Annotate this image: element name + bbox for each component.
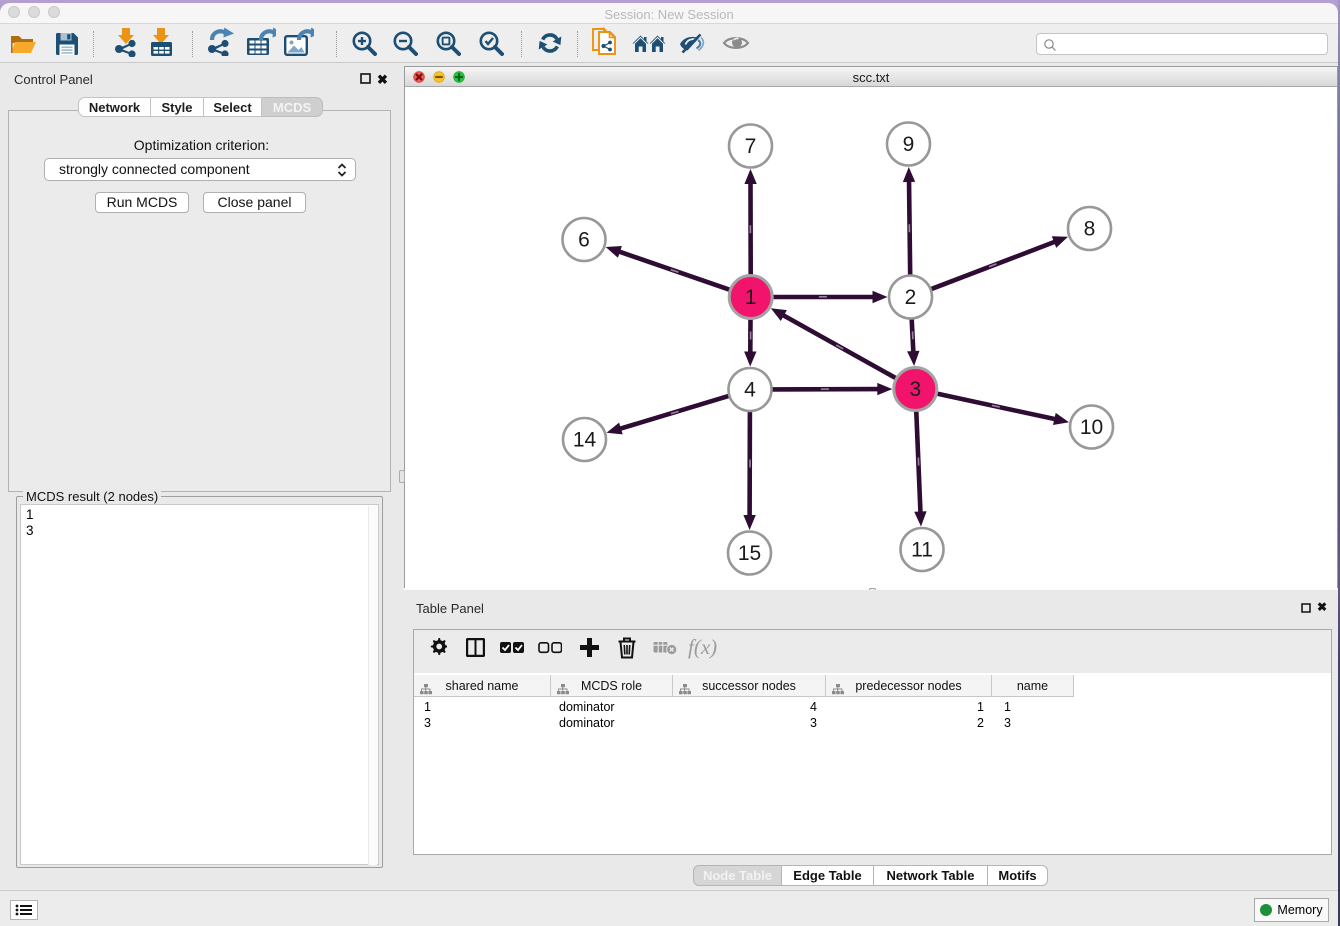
svg-text:10: 10 — [1080, 416, 1103, 439]
svg-text:f(x): f(x) — [688, 635, 717, 659]
svg-text:6: 6 — [578, 229, 590, 252]
svg-text:14: 14 — [573, 429, 597, 452]
svg-text:4: 4 — [744, 379, 756, 402]
svg-text:2: 2 — [905, 286, 917, 309]
svg-text:3: 3 — [909, 378, 921, 401]
svg-text:7: 7 — [745, 135, 757, 158]
svg-text:1: 1 — [745, 286, 757, 309]
svg-text:15: 15 — [738, 542, 761, 565]
svg-text:11: 11 — [911, 539, 933, 562]
svg-text:9: 9 — [903, 133, 915, 156]
svg-text:8: 8 — [1084, 218, 1096, 241]
